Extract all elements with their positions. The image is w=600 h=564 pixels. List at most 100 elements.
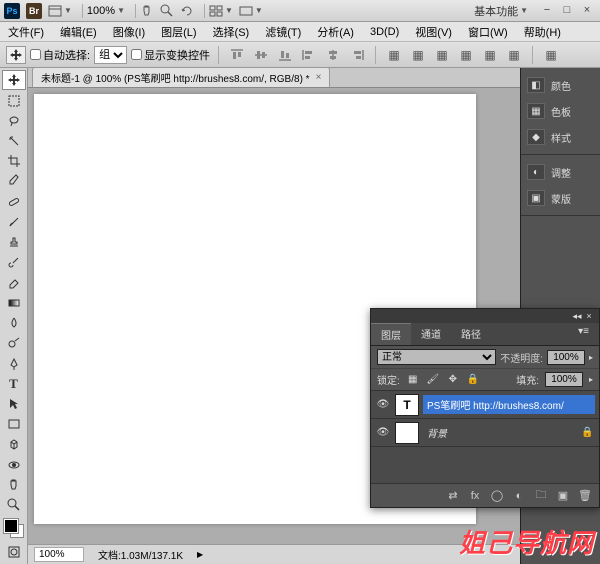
- layer-row-background[interactable]: 👁 背景 🔒: [371, 419, 599, 447]
- link-layers-icon[interactable]: ⇄: [443, 487, 463, 505]
- gradient-tool[interactable]: [2, 293, 26, 313]
- delete-layer-icon[interactable]: 🗑: [575, 487, 595, 505]
- screen-mode-dropdown[interactable]: ▼: [239, 5, 263, 17]
- fill-flyout-icon[interactable]: ▸: [589, 375, 593, 384]
- close-tab-icon[interactable]: ×: [316, 72, 322, 83]
- minimize-button[interactable]: −: [538, 4, 556, 18]
- menu-view[interactable]: 视图(V): [411, 22, 456, 42]
- layer-name[interactable]: PS笔刷吧 http://brushes8.com/: [423, 395, 595, 414]
- align-hcenter-button[interactable]: [323, 46, 343, 64]
- history-brush-tool[interactable]: [2, 252, 26, 272]
- menu-window[interactable]: 窗口(W): [464, 22, 512, 42]
- align-bottom-button[interactable]: [275, 46, 295, 64]
- foreground-color[interactable]: [4, 519, 18, 533]
- auto-select-input[interactable]: [30, 49, 41, 60]
- auto-select-checkbox[interactable]: 自动选择:: [30, 47, 90, 63]
- zoom-tool[interactable]: [2, 495, 26, 515]
- heal-tool[interactable]: [2, 192, 26, 212]
- tab-layers[interactable]: 图层: [371, 323, 411, 345]
- fill-value[interactable]: 100%: [545, 372, 583, 387]
- panel-masks[interactable]: ▣蒙版: [521, 185, 600, 211]
- auto-select-target[interactable]: 组: [94, 46, 127, 64]
- align-right-button[interactable]: [347, 46, 367, 64]
- tab-paths[interactable]: 路径: [451, 323, 491, 345]
- path-select-tool[interactable]: [2, 394, 26, 414]
- dist-top-button[interactable]: ▦: [384, 46, 404, 64]
- menu-filter[interactable]: 滤镜(T): [261, 22, 305, 42]
- panel-adjustments[interactable]: ◐调整: [521, 159, 600, 185]
- align-top-button[interactable]: [227, 46, 247, 64]
- crop-tool[interactable]: [2, 151, 26, 171]
- show-transform-checkbox[interactable]: 显示变换控件: [131, 47, 210, 63]
- dist-hcenter-button[interactable]: ▦: [480, 46, 500, 64]
- eyedropper-tool[interactable]: [2, 171, 26, 191]
- bridge-logo-icon[interactable]: Br: [26, 3, 42, 19]
- document-tab[interactable]: 未标题-1 @ 100% (PS笔刷吧 http://brushes8.com/…: [32, 67, 330, 87]
- panel-swatches[interactable]: ▦色板: [521, 98, 600, 124]
- visibility-toggle-icon[interactable]: 👁: [375, 427, 391, 438]
- new-group-icon[interactable]: 🗀: [531, 487, 551, 505]
- pen-tool[interactable]: [2, 353, 26, 373]
- collapse-icon[interactable]: ◂◂: [571, 311, 583, 322]
- lock-pixels-icon[interactable]: 🖌: [426, 373, 440, 387]
- menu-help[interactable]: 帮助(H): [520, 22, 565, 42]
- panel-header[interactable]: ◂◂ ×: [371, 309, 599, 323]
- align-vcenter-button[interactable]: [251, 46, 271, 64]
- dist-left-button[interactable]: ▦: [456, 46, 476, 64]
- stamp-tool[interactable]: [2, 232, 26, 252]
- auto-align-button[interactable]: ▦: [541, 46, 561, 64]
- marquee-tool[interactable]: [2, 90, 26, 110]
- status-zoom[interactable]: 100%: [34, 547, 84, 562]
- wand-tool[interactable]: [2, 131, 26, 151]
- zoom-tool-shortcut[interactable]: [160, 4, 174, 18]
- layer-thumb-text[interactable]: T: [395, 394, 419, 416]
- visibility-toggle-icon[interactable]: 👁: [375, 399, 391, 410]
- layer-mask-icon[interactable]: ◯: [487, 487, 507, 505]
- lock-position-icon[interactable]: ✥: [446, 373, 460, 387]
- lock-transparent-icon[interactable]: ▦: [406, 373, 420, 387]
- close-panel-icon[interactable]: ×: [583, 311, 595, 321]
- panel-color[interactable]: ◧颜色: [521, 72, 600, 98]
- 3d-camera-tool[interactable]: [2, 455, 26, 475]
- quick-mask-toggle[interactable]: [2, 542, 26, 562]
- panel-menu-icon[interactable]: ▾≡: [568, 323, 599, 345]
- menu-layer[interactable]: 图层(L): [157, 22, 200, 42]
- menu-select[interactable]: 选择(S): [209, 22, 254, 42]
- move-tool[interactable]: [2, 70, 26, 90]
- dist-bottom-button[interactable]: ▦: [432, 46, 452, 64]
- adjustment-layer-icon[interactable]: ◐: [509, 487, 529, 505]
- panel-styles[interactable]: ◆样式: [521, 124, 600, 150]
- hand-tool[interactable]: [2, 475, 26, 495]
- dodge-tool[interactable]: [2, 333, 26, 353]
- brush-tool[interactable]: [2, 212, 26, 232]
- arrange-docs-dropdown[interactable]: ▼: [209, 5, 233, 17]
- opacity-flyout-icon[interactable]: ▸: [589, 353, 593, 362]
- layer-row-text[interactable]: 👁 T PS笔刷吧 http://brushes8.com/: [371, 391, 599, 419]
- maximize-button[interactable]: □: [558, 4, 576, 18]
- show-transform-input[interactable]: [131, 49, 142, 60]
- blend-mode-select[interactable]: 正常: [377, 349, 496, 365]
- active-tool-indicator[interactable]: [6, 46, 26, 64]
- shape-tool[interactable]: [2, 414, 26, 434]
- eraser-tool[interactable]: [2, 273, 26, 293]
- dist-right-button[interactable]: ▦: [504, 46, 524, 64]
- zoom-level[interactable]: 100% ▼: [87, 5, 125, 17]
- close-button[interactable]: ×: [578, 4, 596, 18]
- lock-all-icon[interactable]: 🔒: [466, 373, 480, 387]
- color-swatches[interactable]: [4, 519, 24, 537]
- type-tool[interactable]: T: [2, 374, 26, 394]
- tab-channels[interactable]: 通道: [411, 323, 451, 345]
- lasso-tool[interactable]: [2, 111, 26, 131]
- menu-analysis[interactable]: 分析(A): [313, 22, 358, 42]
- layer-name[interactable]: 背景: [423, 423, 577, 442]
- layer-fx-icon[interactable]: fx: [465, 487, 485, 505]
- menu-3d[interactable]: 3D(D): [366, 24, 403, 40]
- layer-thumb-bg[interactable]: [395, 422, 419, 444]
- hand-tool-shortcut[interactable]: [140, 4, 154, 18]
- menu-image[interactable]: 图像(I): [109, 22, 149, 42]
- view-mode-dropdown[interactable]: ▼: [48, 5, 72, 17]
- status-menu-arrow[interactable]: ▶: [197, 550, 203, 559]
- workspace-switcher[interactable]: 基本功能▼: [474, 3, 528, 19]
- menu-edit[interactable]: 编辑(E): [56, 22, 101, 42]
- blur-tool[interactable]: [2, 313, 26, 333]
